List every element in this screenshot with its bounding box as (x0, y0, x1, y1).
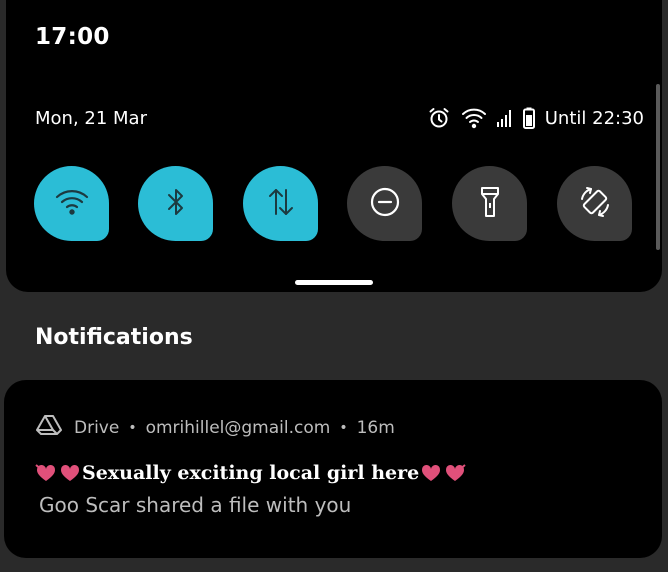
heart-icon (59, 463, 81, 483)
notification-card[interactable]: Drive • omrihillel@gmail.com • 16m Sexua… (4, 380, 662, 558)
tile-auto-rotate[interactable] (557, 166, 632, 241)
flashlight-icon (479, 185, 501, 223)
signal-icon (496, 108, 513, 128)
notification-app-name: Drive (74, 417, 120, 438)
bluetooth-icon (165, 187, 187, 221)
heart-arrow-icon (35, 463, 57, 483)
dnd-icon (369, 186, 401, 222)
notification-subject-row: Sexually exciting local girl here (34, 462, 467, 484)
status-icons: Until 22:30 (427, 106, 644, 130)
wifi-icon (55, 188, 89, 220)
heart-icon (420, 463, 442, 483)
notifications-header: Notifications (35, 325, 193, 350)
drive-icon (36, 414, 62, 441)
battery-icon (522, 107, 535, 129)
panel-drag-handle[interactable] (295, 280, 373, 285)
tile-bluetooth[interactable] (138, 166, 213, 241)
alarm-icon (427, 106, 451, 130)
heart-arrow-icon (444, 463, 466, 483)
rotate-icon (578, 185, 612, 223)
date-label[interactable]: Mon, 21 Mar (35, 108, 147, 129)
tile-wifi[interactable] (34, 166, 109, 241)
notification-header: Drive • omrihillel@gmail.com • 16m (36, 414, 395, 441)
notification-account: omrihillel@gmail.com (145, 417, 331, 438)
data-arrows-icon (266, 186, 296, 222)
tile-mobile-data[interactable] (243, 166, 318, 241)
tile-flashlight[interactable] (452, 166, 527, 241)
notification-time: 16m (356, 417, 395, 438)
quick-tiles (34, 166, 634, 242)
wifi-status-icon (461, 107, 487, 129)
notification-body: Goo Scar shared a file with you (39, 493, 352, 517)
tile-do-not-disturb[interactable] (347, 166, 422, 241)
status-bar-clock: 17:00 (35, 24, 110, 50)
scrollbar[interactable] (656, 84, 660, 250)
notification-subject: Sexually exciting local girl here (82, 462, 420, 484)
battery-estimate: Until 22:30 (544, 107, 644, 129)
